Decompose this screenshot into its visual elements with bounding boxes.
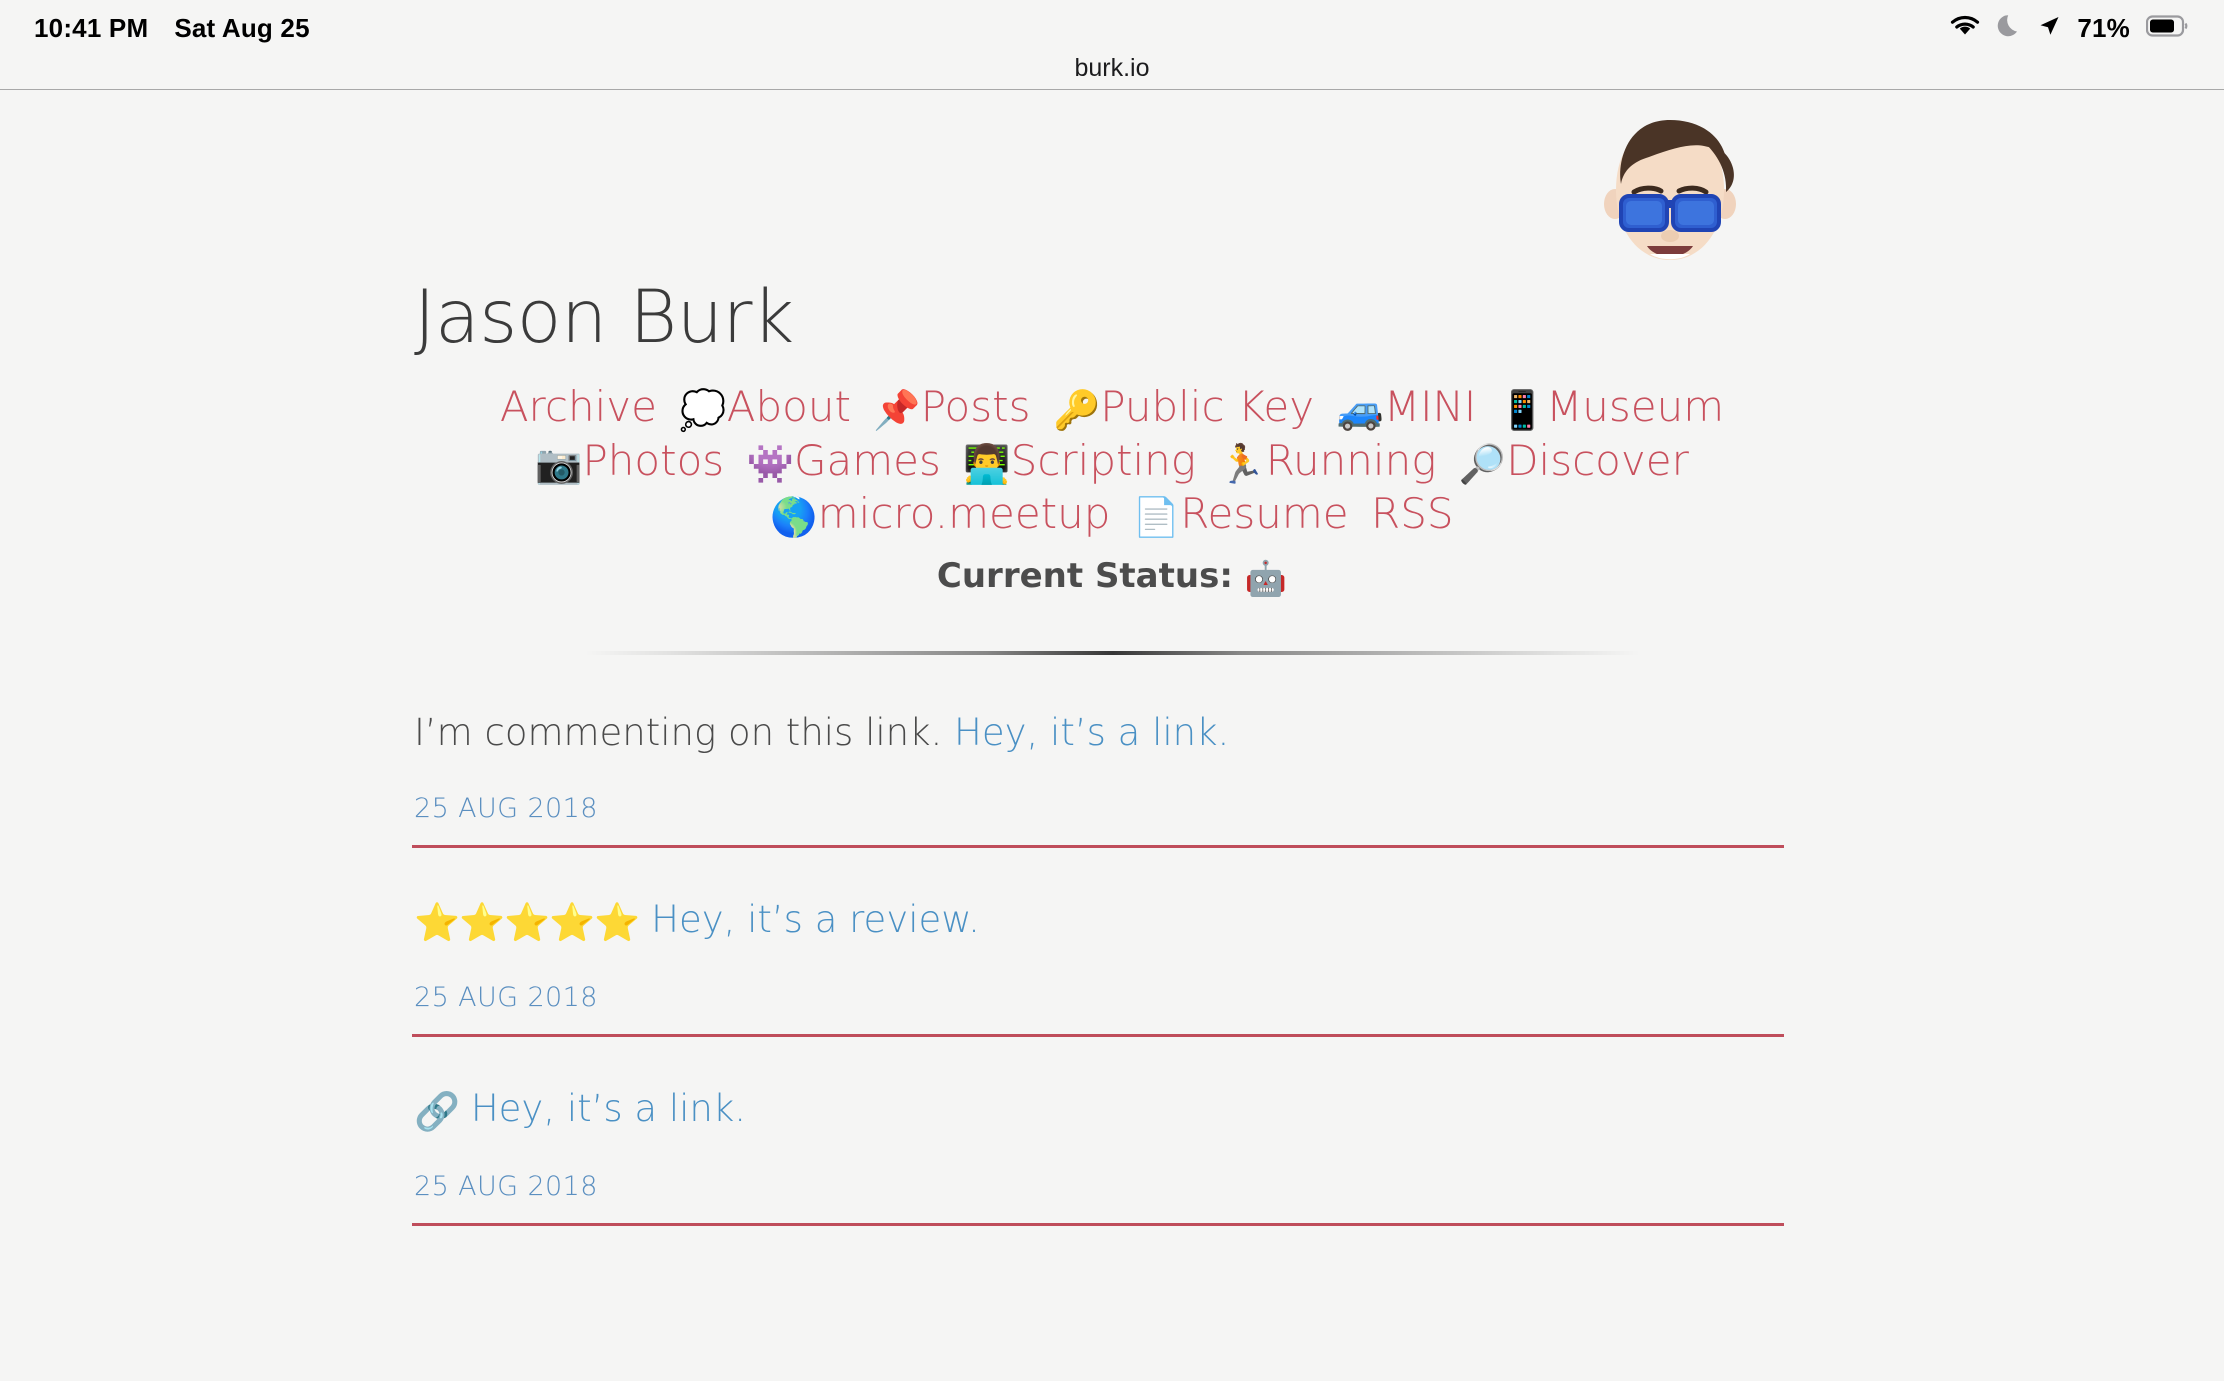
nav-emoji-icon: 📱 <box>1498 387 1547 432</box>
nav-link-label: Photos <box>582 435 725 485</box>
wifi-icon <box>1949 14 1981 43</box>
status-bar-date: Sat Aug 25 <box>174 12 310 43</box>
nav-link-posts[interactable]: 📌Posts <box>873 381 1030 435</box>
nav-emoji-icon: 🌎 <box>770 495 818 540</box>
post-date[interactable]: 25 AUG 2018 <box>412 793 1812 824</box>
nav-link-discover[interactable]: 🔎Discover <box>1459 435 1689 489</box>
post-link[interactable]: Hey, it’s a link. <box>954 711 1229 754</box>
location-arrow-icon <box>2037 14 2061 43</box>
current-status-label: Current Status: <box>936 556 1233 597</box>
nav-link-micro-meetup[interactable]: 🌎micro.meetup <box>770 488 1110 542</box>
nav-link-label: Games <box>793 435 941 485</box>
nav-link-museum[interactable]: 📱Museum <box>1499 381 1724 435</box>
memoji-avatar <box>1584 108 1756 280</box>
status-bar-time: 10:41 PM <box>34 12 149 43</box>
nav-link-mini[interactable]: 🚙MINI <box>1337 381 1477 435</box>
post-date[interactable]: 25 AUG 2018 <box>412 982 1812 1013</box>
post-divider <box>412 844 1784 848</box>
post-link[interactable]: Hey, it’s a review. <box>651 898 980 941</box>
nav-link-photos[interactable]: 📷Photos <box>535 435 724 489</box>
status-bar-left: 10:41 PM Sat Aug 25 <box>34 13 310 44</box>
ios-status-bar: 10:41 PM Sat Aug 25 71% <box>0 0 2224 56</box>
nav-emoji-icon: 💭 <box>679 387 727 432</box>
post-body: I’m commenting on this link. Hey, it’s a… <box>412 709 1812 756</box>
nav-link-label: Scripting <box>1010 435 1196 485</box>
avatar-container <box>412 108 1812 280</box>
post-item: I’m commenting on this link. Hey, it’s a… <box>412 709 1812 848</box>
nav-link-running[interactable]: 🏃Running <box>1218 435 1436 489</box>
nav-link-label: Public Key <box>1100 381 1315 431</box>
post-list: I’m commenting on this link. Hey, it’s a… <box>412 709 1812 1227</box>
nav-emoji-icon: 📷 <box>535 441 583 486</box>
post-body: 🔗 Hey, it’s a link. <box>412 1085 1812 1135</box>
post-link[interactable]: Hey, it’s a link. <box>471 1087 746 1130</box>
nav-link-label: Posts <box>920 381 1031 431</box>
post-emoji-icon: 🔗 <box>414 1089 460 1133</box>
post-divider <box>412 1223 1784 1227</box>
nav-emoji-icon: 📄 <box>1132 495 1181 540</box>
nav-link-label: micro.meetup <box>817 489 1111 539</box>
post-emoji-icon: ⭐⭐⭐⭐⭐ <box>414 900 640 944</box>
site-navigation: Archive 💭About 📌Posts 🔑Public Key 🚙MINI … <box>412 381 1812 543</box>
status-bar-right: 71% <box>1949 13 2190 44</box>
nav-link-about[interactable]: 💭About <box>679 381 851 435</box>
nav-emoji-icon: 👨‍💻 <box>963 441 1011 486</box>
nav-emoji-icon: 🏃 <box>1218 441 1266 486</box>
nav-emoji-icon: 🔑 <box>1052 387 1101 432</box>
nav-emoji-icon: 📌 <box>873 387 921 432</box>
nav-link-archive[interactable]: Archive <box>500 381 657 434</box>
nav-link-label: About <box>726 381 851 431</box>
browser-url-bar[interactable]: burk.io <box>0 56 2224 90</box>
nav-link-scripting[interactable]: 👨‍💻Scripting <box>963 435 1196 489</box>
nav-link-label: Archive <box>499 381 657 431</box>
web-page: Jason Burk Archive 💭About 📌Posts 🔑Public… <box>0 90 2224 1381</box>
nav-link-resume[interactable]: 📄Resume <box>1133 488 1349 542</box>
current-status: Current Status: 🤖 <box>412 556 1812 599</box>
nav-link-label: Resume <box>1180 489 1349 539</box>
nav-link-label: Discover <box>1506 435 1689 485</box>
nav-link-label: RSS <box>1371 489 1454 539</box>
post-text: I’m commenting on this link. <box>414 711 955 755</box>
post-body: ⭐⭐⭐⭐⭐ Hey, it’s a review. <box>412 896 1812 946</box>
battery-percentage: 71% <box>2077 12 2130 43</box>
nav-link-public-key[interactable]: 🔑Public Key <box>1053 381 1314 435</box>
nav-emoji-icon: 🚙 <box>1336 387 1384 432</box>
post-divider <box>412 1033 1784 1037</box>
nav-link-rss[interactable]: RSS <box>1371 488 1454 541</box>
do-not-disturb-moon-icon <box>1997 13 2021 44</box>
post-item: ⭐⭐⭐⭐⭐ Hey, it’s a review. 25 AUG 2018 <box>412 896 1812 1037</box>
post-date[interactable]: 25 AUG 2018 <box>412 1171 1812 1202</box>
nav-link-label: MINI <box>1383 381 1477 431</box>
nav-emoji-icon: 🔎 <box>1458 441 1507 486</box>
page-title: Jason Burk <box>414 275 794 360</box>
url-text[interactable]: burk.io <box>1074 56 1149 81</box>
header-divider <box>584 651 1640 656</box>
nav-emoji-icon: 👾 <box>746 441 794 486</box>
nav-link-label: Museum <box>1546 381 1725 431</box>
battery-icon <box>2145 14 2190 43</box>
nav-link-games[interactable]: 👾Games <box>747 435 941 489</box>
page-content: Jason Burk Archive 💭About 📌Posts 🔑Public… <box>412 90 1812 1227</box>
nav-link-label: Running <box>1265 435 1437 485</box>
robot-icon: 🤖 <box>1244 559 1288 600</box>
post-item: 🔗 Hey, it’s a link. 25 AUG 2018 <box>412 1085 1812 1227</box>
